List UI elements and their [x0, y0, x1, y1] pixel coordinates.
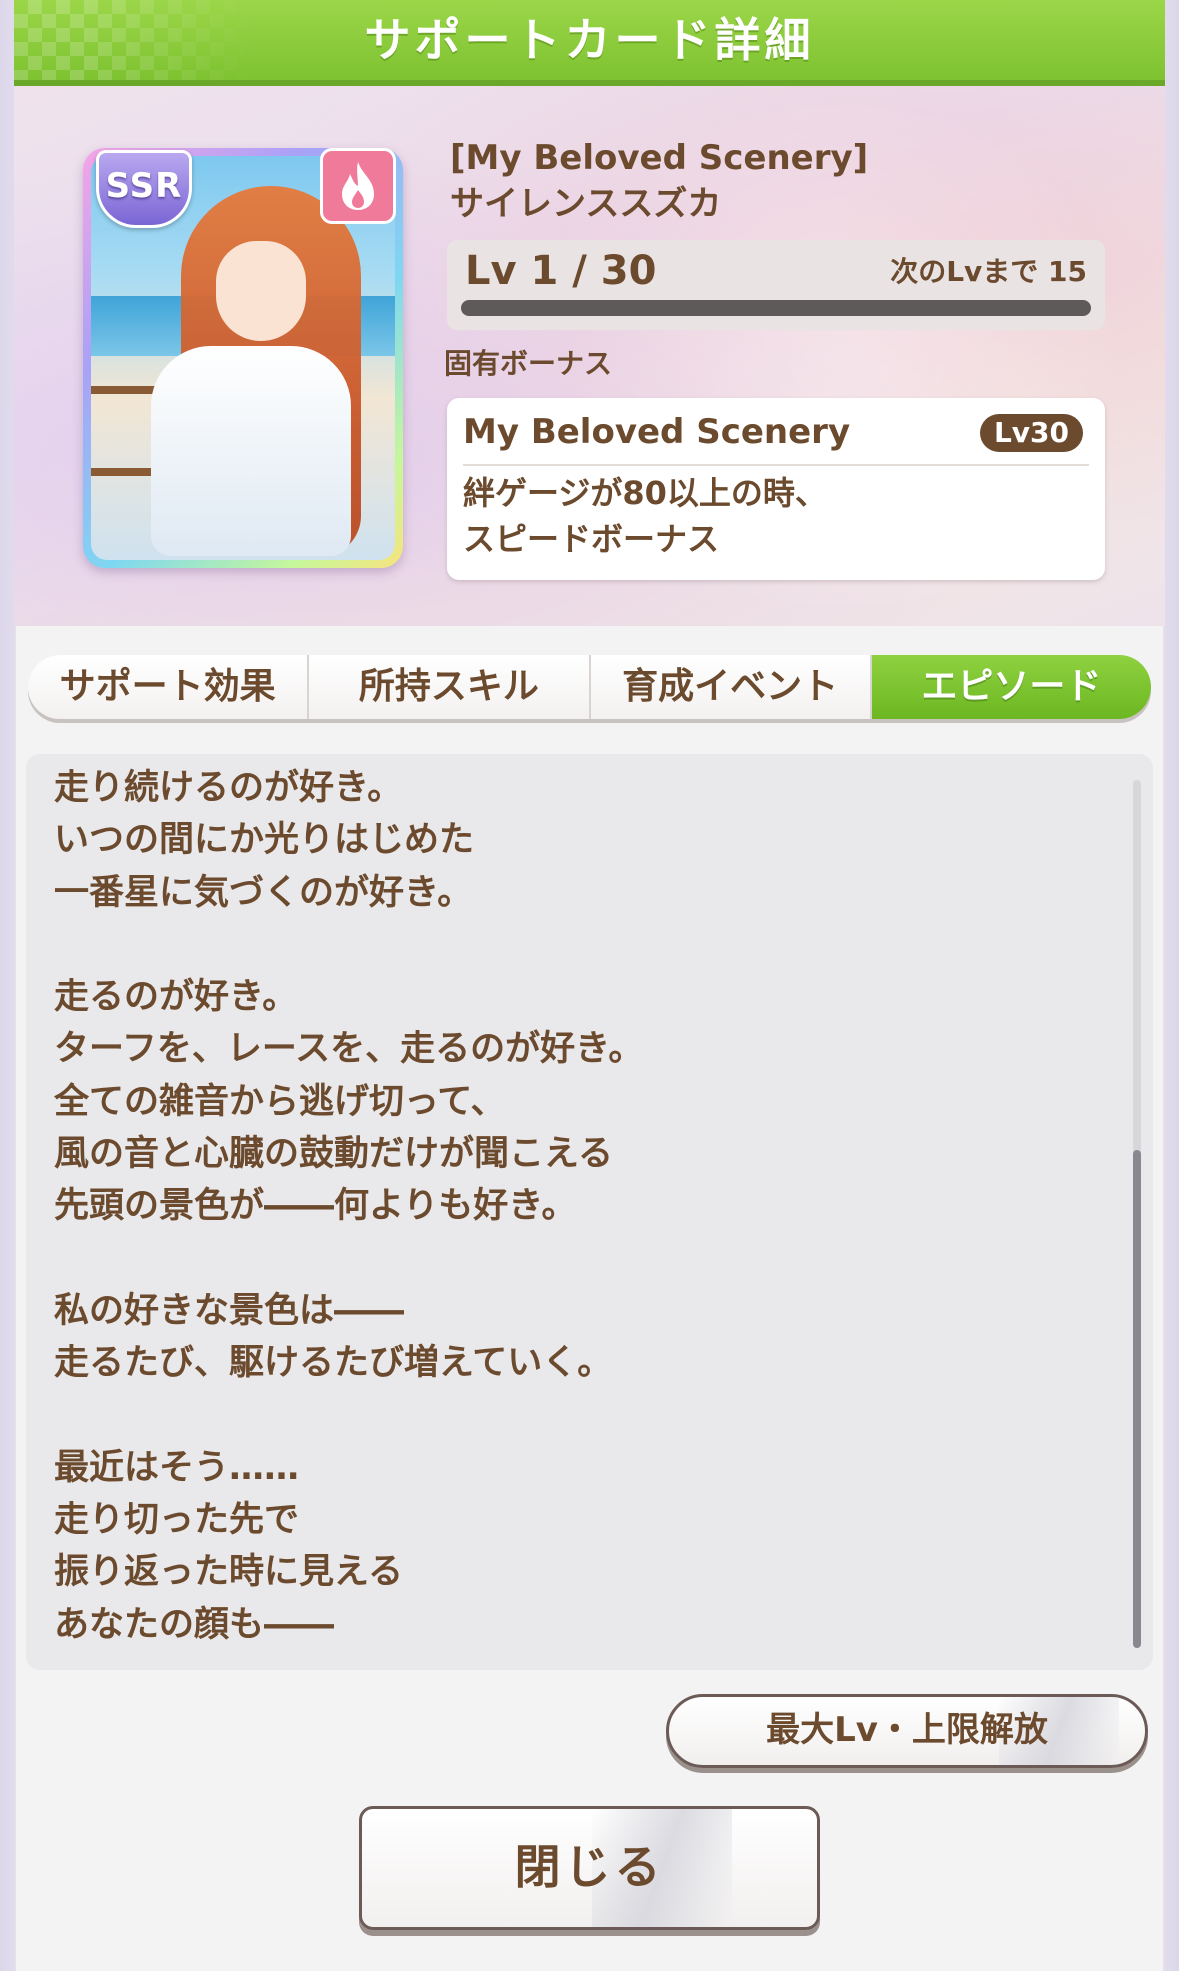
unique-bonus-label: 固有ボーナス	[444, 347, 613, 380]
scrollbar-thumb[interactable]	[1133, 1150, 1141, 1648]
scrollbar[interactable]	[1133, 780, 1141, 1648]
tab-episode[interactable]: エピソード	[871, 655, 1151, 719]
tab-skills[interactable]: 所持スキル	[309, 655, 591, 719]
level-progress-bar	[461, 300, 1091, 316]
unique-bonus-name: My Beloved Scenery	[463, 412, 851, 452]
unique-bonus-description: 絆ゲージが80以上の時、 スピードボーナス	[463, 474, 827, 558]
close-button-label: 閉じる	[514, 1840, 665, 1894]
fire-icon	[320, 148, 396, 224]
fire-icon-svg	[342, 162, 374, 210]
level-text: Lv 1 / 30	[465, 248, 657, 294]
episode-panel[interactable]: 走り続けるのが好き。 いつの間にか光りはじめた 一番星に気づくのが好き。 走るの…	[26, 754, 1153, 1670]
card-art-dress	[151, 346, 351, 556]
tab-bar: サポート効果 所持スキル 育成イベント エピソード	[28, 655, 1151, 719]
divider	[463, 464, 1089, 466]
next-level-text: 次のLvまで 15	[890, 255, 1087, 288]
close-button[interactable]: 閉じる	[359, 1806, 820, 1930]
rarity-badge: SSR	[96, 150, 192, 228]
max-level-button-label: 最大Lv・上限解放	[766, 1710, 1048, 1750]
dialog-title: サポートカード詳細	[364, 13, 815, 67]
max-level-limit-break-button[interactable]: 最大Lv・上限解放	[666, 1694, 1148, 1768]
card-art-face	[216, 241, 306, 341]
tab-support-effect[interactable]: サポート効果	[28, 655, 310, 719]
level-box: Lv 1 / 30 次のLvまで 15	[447, 240, 1105, 330]
card-title: [My Beloved Scenery]	[450, 138, 869, 178]
episode-text: 走り続けるのが好き。 いつの間にか光りはじめた 一番星に気づくのが好き。 走るの…	[54, 768, 644, 1645]
unique-bonus-level-badge: Lv30	[979, 414, 1083, 452]
dialog-header: サポートカード詳細	[14, 0, 1165, 86]
character-name: サイレンススズカ	[450, 184, 722, 224]
tab-training-events[interactable]: 育成イベント	[590, 655, 872, 719]
unique-bonus-box: My Beloved Scenery Lv30 絆ゲージが80以上の時、 スピー…	[447, 398, 1105, 580]
